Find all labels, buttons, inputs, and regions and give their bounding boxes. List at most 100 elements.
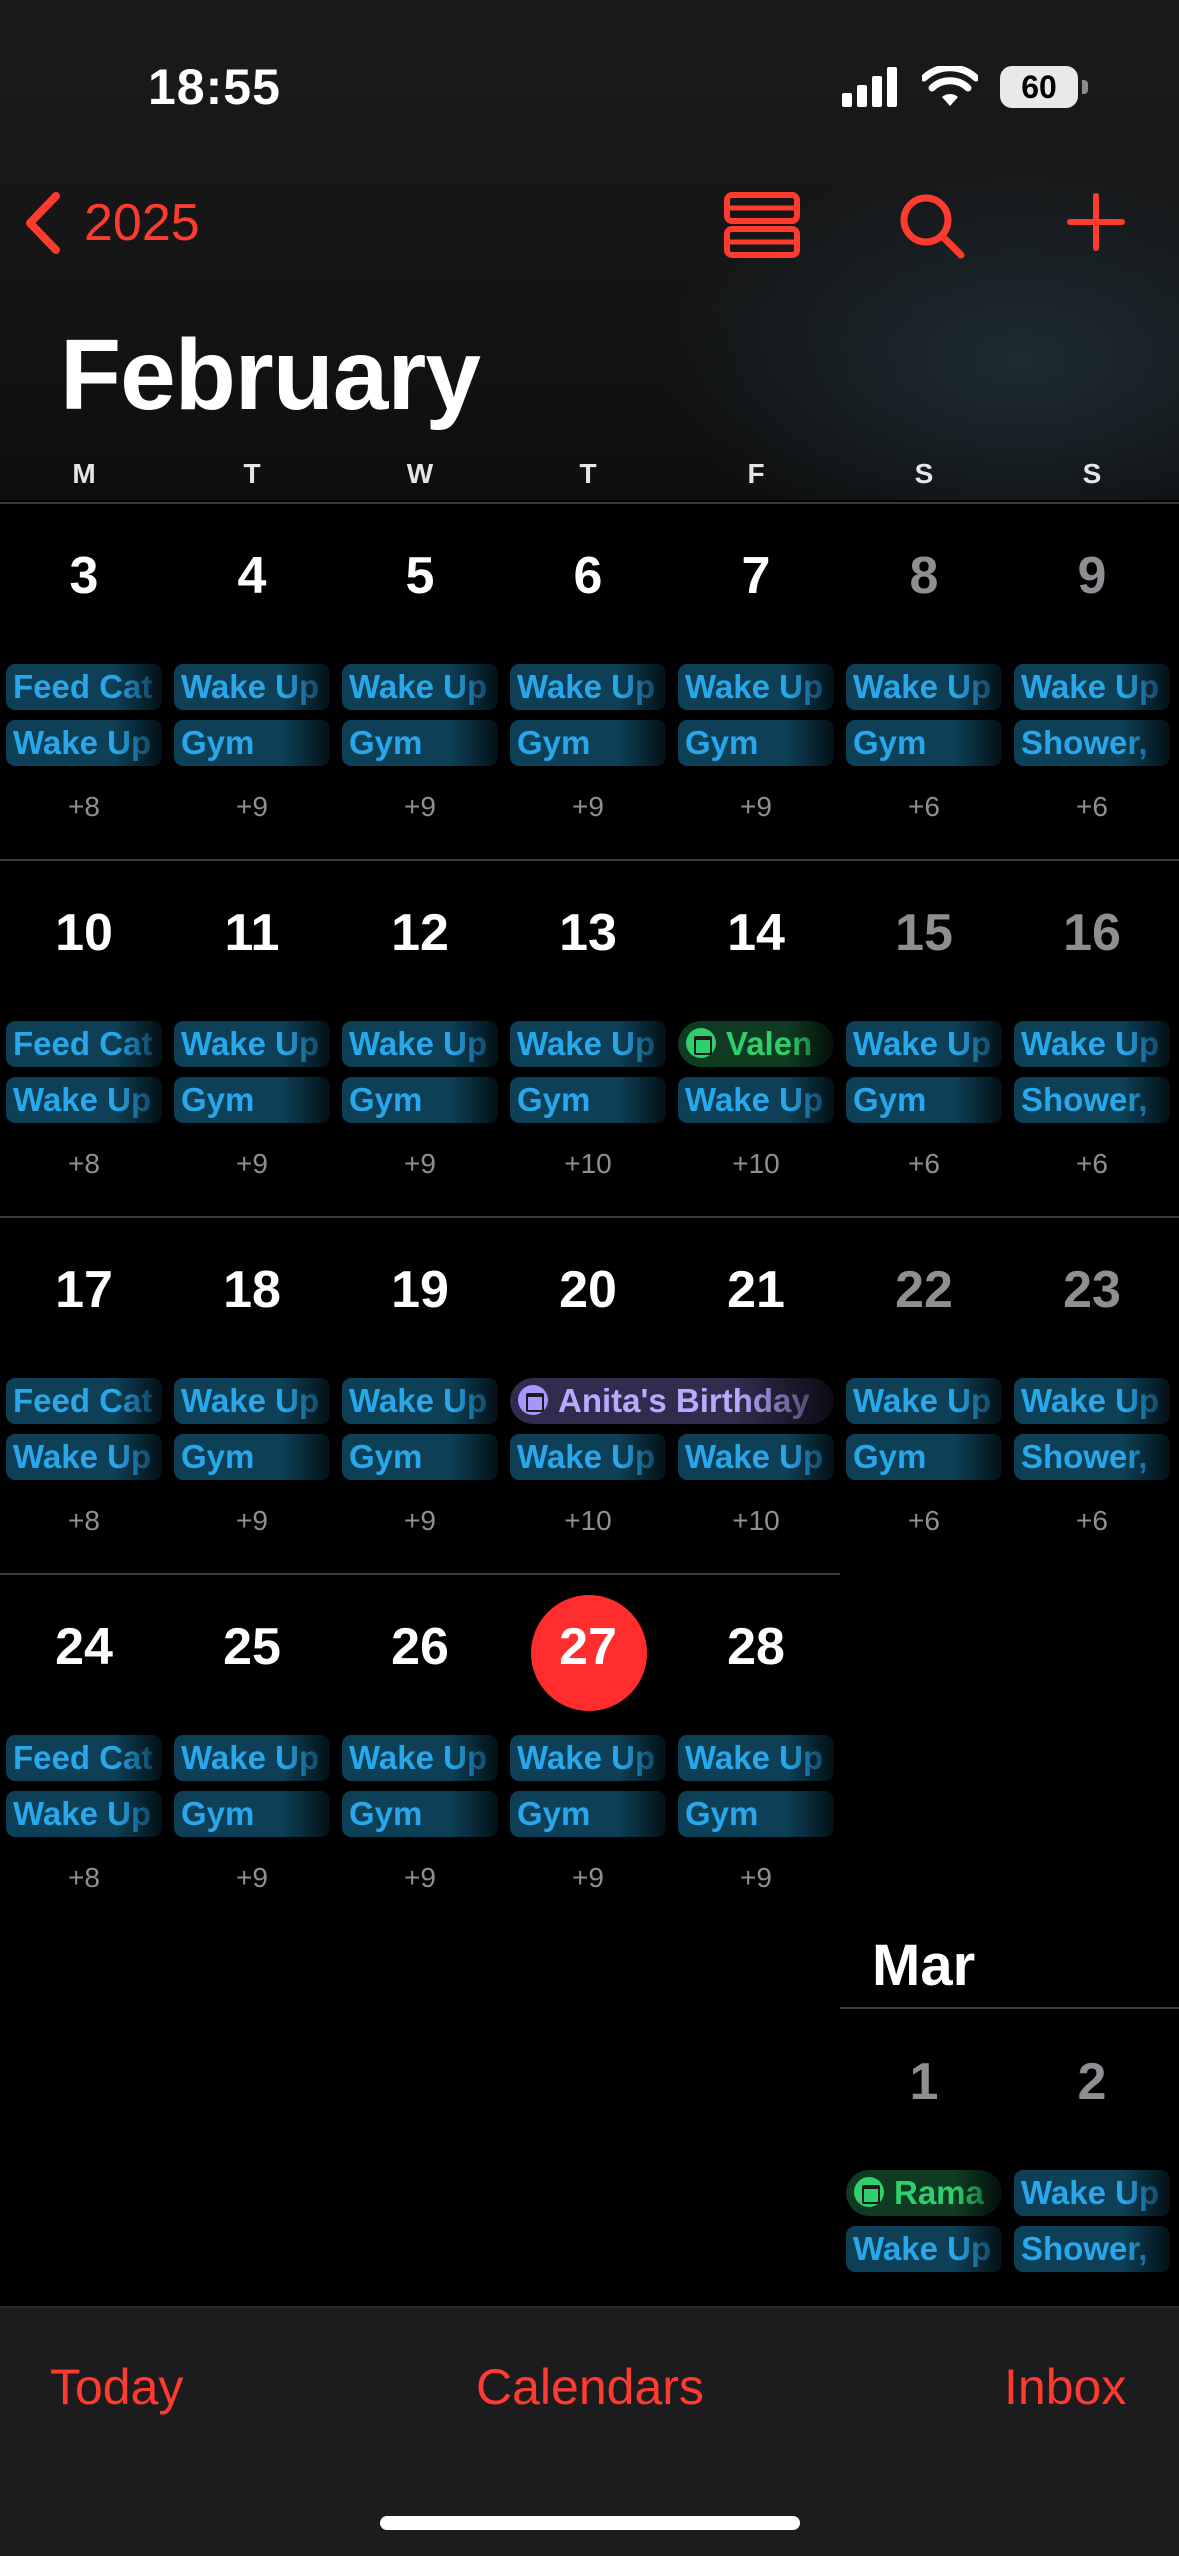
event-chip[interactable]: Wake Up (846, 664, 1002, 710)
day-cell[interactable]: 15 Wake Up Gym +6 (840, 861, 1008, 1201)
event-chip[interactable]: Wake Up (6, 1791, 162, 1837)
inbox-button[interactable]: Inbox (1004, 2358, 1126, 2416)
day-cell[interactable]: 14 Valen Wake Up +10 (672, 861, 840, 1201)
holiday-event-chip[interactable]: Valen (678, 1021, 834, 1067)
day-cell[interactable]: 1 Rama Wake Up (840, 2010, 1008, 2306)
event-chip[interactable]: Gym (342, 1434, 498, 1480)
event-chip[interactable]: Gym (846, 720, 1002, 766)
birthday-event-chip[interactable]: Anita's Birthday (510, 1378, 834, 1424)
event-chip[interactable]: Shower, (1014, 2226, 1170, 2272)
event-chip[interactable]: Gym (510, 1791, 666, 1837)
event-chip[interactable]: Wake Up (174, 1378, 330, 1424)
day-cell[interactable]: 19 Wake Up Gym +9 (336, 1218, 504, 1558)
event-chip[interactable]: Gym (342, 1791, 498, 1837)
day-cell[interactable]: 17 Feed Cat Wake Up +8 (0, 1218, 168, 1558)
event-chip[interactable]: Wake Up (6, 1077, 162, 1123)
weekday-tue: T (243, 458, 261, 489)
day-cell[interactable]: 24 Feed Cat Wake Up +8 (0, 1575, 168, 1915)
more-events-count: +9 (236, 1148, 268, 1179)
event-chip[interactable]: Wake Up (342, 1735, 498, 1781)
more-events-count: +9 (740, 791, 772, 822)
event-chip[interactable]: Shower, (1014, 1077, 1170, 1123)
today-button[interactable]: Today (50, 2358, 183, 2416)
calendars-button[interactable]: Calendars (476, 2358, 704, 2416)
event-chip[interactable]: Wake Up (174, 664, 330, 710)
day-cell[interactable]: 25 Wake Up Gym +9 (168, 1575, 336, 1915)
more-events-count: +9 (404, 1862, 436, 1893)
more-events-count: +8 (68, 1862, 100, 1893)
event-chip[interactable]: Wake Up (342, 1378, 498, 1424)
day-cell[interactable]: 10 Feed Cat Wake Up +8 (0, 861, 168, 1201)
weekday-fri: F (747, 458, 765, 489)
event-chip[interactable]: Gym (510, 720, 666, 766)
event-chip[interactable]: Wake Up (6, 720, 162, 766)
day-cell[interactable]: 4 Wake Up Gym +9 (168, 504, 336, 844)
event-chip[interactable]: Gym (174, 1434, 330, 1480)
event-chip[interactable]: Wake Up (678, 1735, 834, 1781)
day-cell[interactable]: 23 Wake Up Shower, +6 (1008, 1218, 1176, 1558)
day-cell[interactable]: 18 Wake Up Gym +9 (168, 1218, 336, 1558)
more-events-count: +8 (68, 791, 100, 822)
day-cell[interactable]: 9 Wake Up Shower, +6 (1008, 504, 1176, 844)
day-cell[interactable]: 8 Wake Up Gym +6 (840, 504, 1008, 844)
event-chip[interactable]: Gym (174, 1077, 330, 1123)
event-chip[interactable]: Gym (174, 1791, 330, 1837)
day-cell-today[interactable]: 27 Wake Up Gym +9 (504, 1575, 672, 1915)
day-cell[interactable]: 6 Wake Up Gym +9 (504, 504, 672, 844)
event-chip[interactable]: Gym (510, 1077, 666, 1123)
event-chip[interactable]: Feed Cat (6, 1735, 162, 1781)
day-cell[interactable]: 13 Wake Up Gym +10 (504, 861, 672, 1201)
event-chip[interactable]: Wake Up (678, 1077, 834, 1123)
day-cell[interactable]: 2 Wake Up Shower, (1008, 2010, 1176, 2306)
home-indicator[interactable] (380, 2516, 800, 2530)
event-chip[interactable]: Gym (174, 720, 330, 766)
event-chip[interactable]: Feed Cat (6, 1021, 162, 1067)
event-chip[interactable]: Wake Up (1014, 664, 1170, 710)
event-chip[interactable]: Wake Up (342, 1021, 498, 1067)
more-events-count: +9 (404, 1505, 436, 1536)
event-chip[interactable]: Wake Up (174, 1735, 330, 1781)
holiday-event-chip[interactable]: Rama (846, 2170, 1002, 2216)
day-cell[interactable]: 12 Wake Up Gym +9 (336, 861, 504, 1201)
event-chip[interactable]: Wake Up (342, 664, 498, 710)
event-chip[interactable]: Shower, (1014, 720, 1170, 766)
more-events-count: +10 (564, 1148, 612, 1179)
event-chip[interactable]: Gym (846, 1077, 1002, 1123)
event-chip[interactable]: Wake Up (1014, 1378, 1170, 1424)
day-cell[interactable]: 16 Wake Up Shower, +6 (1008, 861, 1176, 1201)
day-cell[interactable]: 5 Wake Up Gym +9 (336, 504, 504, 844)
event-chip[interactable]: Wake Up (678, 1434, 834, 1480)
event-chip[interactable]: Wake Up (846, 1021, 1002, 1067)
event-chip[interactable]: Feed Cat (6, 1378, 162, 1424)
event-chip[interactable]: Wake Up (510, 664, 666, 710)
event-chip[interactable]: Wake Up (510, 1021, 666, 1067)
search-icon[interactable] (898, 192, 966, 260)
back-to-year-button[interactable]: 2025 (22, 192, 200, 254)
day-cell[interactable]: 11 Wake Up Gym +9 (168, 861, 336, 1201)
day-cell[interactable]: 3 Feed Cat Wake Up +8 (0, 504, 168, 844)
list-view-icon[interactable] (724, 192, 800, 258)
more-events-count: +9 (572, 791, 604, 822)
day-cell[interactable]: 7 Wake Up Gym +9 (672, 504, 840, 844)
event-chip[interactable]: Gym (846, 1434, 1002, 1480)
event-chip[interactable]: Wake Up (678, 664, 834, 710)
event-chip[interactable]: Gym (342, 720, 498, 766)
event-chip[interactable]: Wake Up (1014, 2170, 1170, 2216)
event-chip[interactable]: Wake Up (510, 1735, 666, 1781)
event-chip[interactable]: Wake Up (6, 1434, 162, 1480)
event-chip[interactable]: Gym (678, 1791, 834, 1837)
day-cell[interactable]: 28 Wake Up Gym +9 (672, 1575, 840, 1915)
event-chip[interactable]: Gym (678, 720, 834, 766)
event-chip[interactable]: Gym (342, 1077, 498, 1123)
event-chip[interactable]: Feed Cat (6, 664, 162, 710)
event-chip[interactable]: Shower, (1014, 1434, 1170, 1480)
event-chip[interactable]: Wake Up (174, 1021, 330, 1067)
event-chip[interactable]: Wake Up (846, 2226, 1002, 2272)
battery-level: 60 (1000, 66, 1078, 108)
day-cell[interactable]: 26 Wake Up Gym +9 (336, 1575, 504, 1915)
add-icon[interactable] (1066, 192, 1126, 252)
event-chip[interactable]: Wake Up (510, 1434, 666, 1480)
event-chip[interactable]: Wake Up (846, 1378, 1002, 1424)
event-chip[interactable]: Wake Up (1014, 1021, 1170, 1067)
day-cell[interactable]: 22 Wake Up Gym +6 (840, 1218, 1008, 1558)
